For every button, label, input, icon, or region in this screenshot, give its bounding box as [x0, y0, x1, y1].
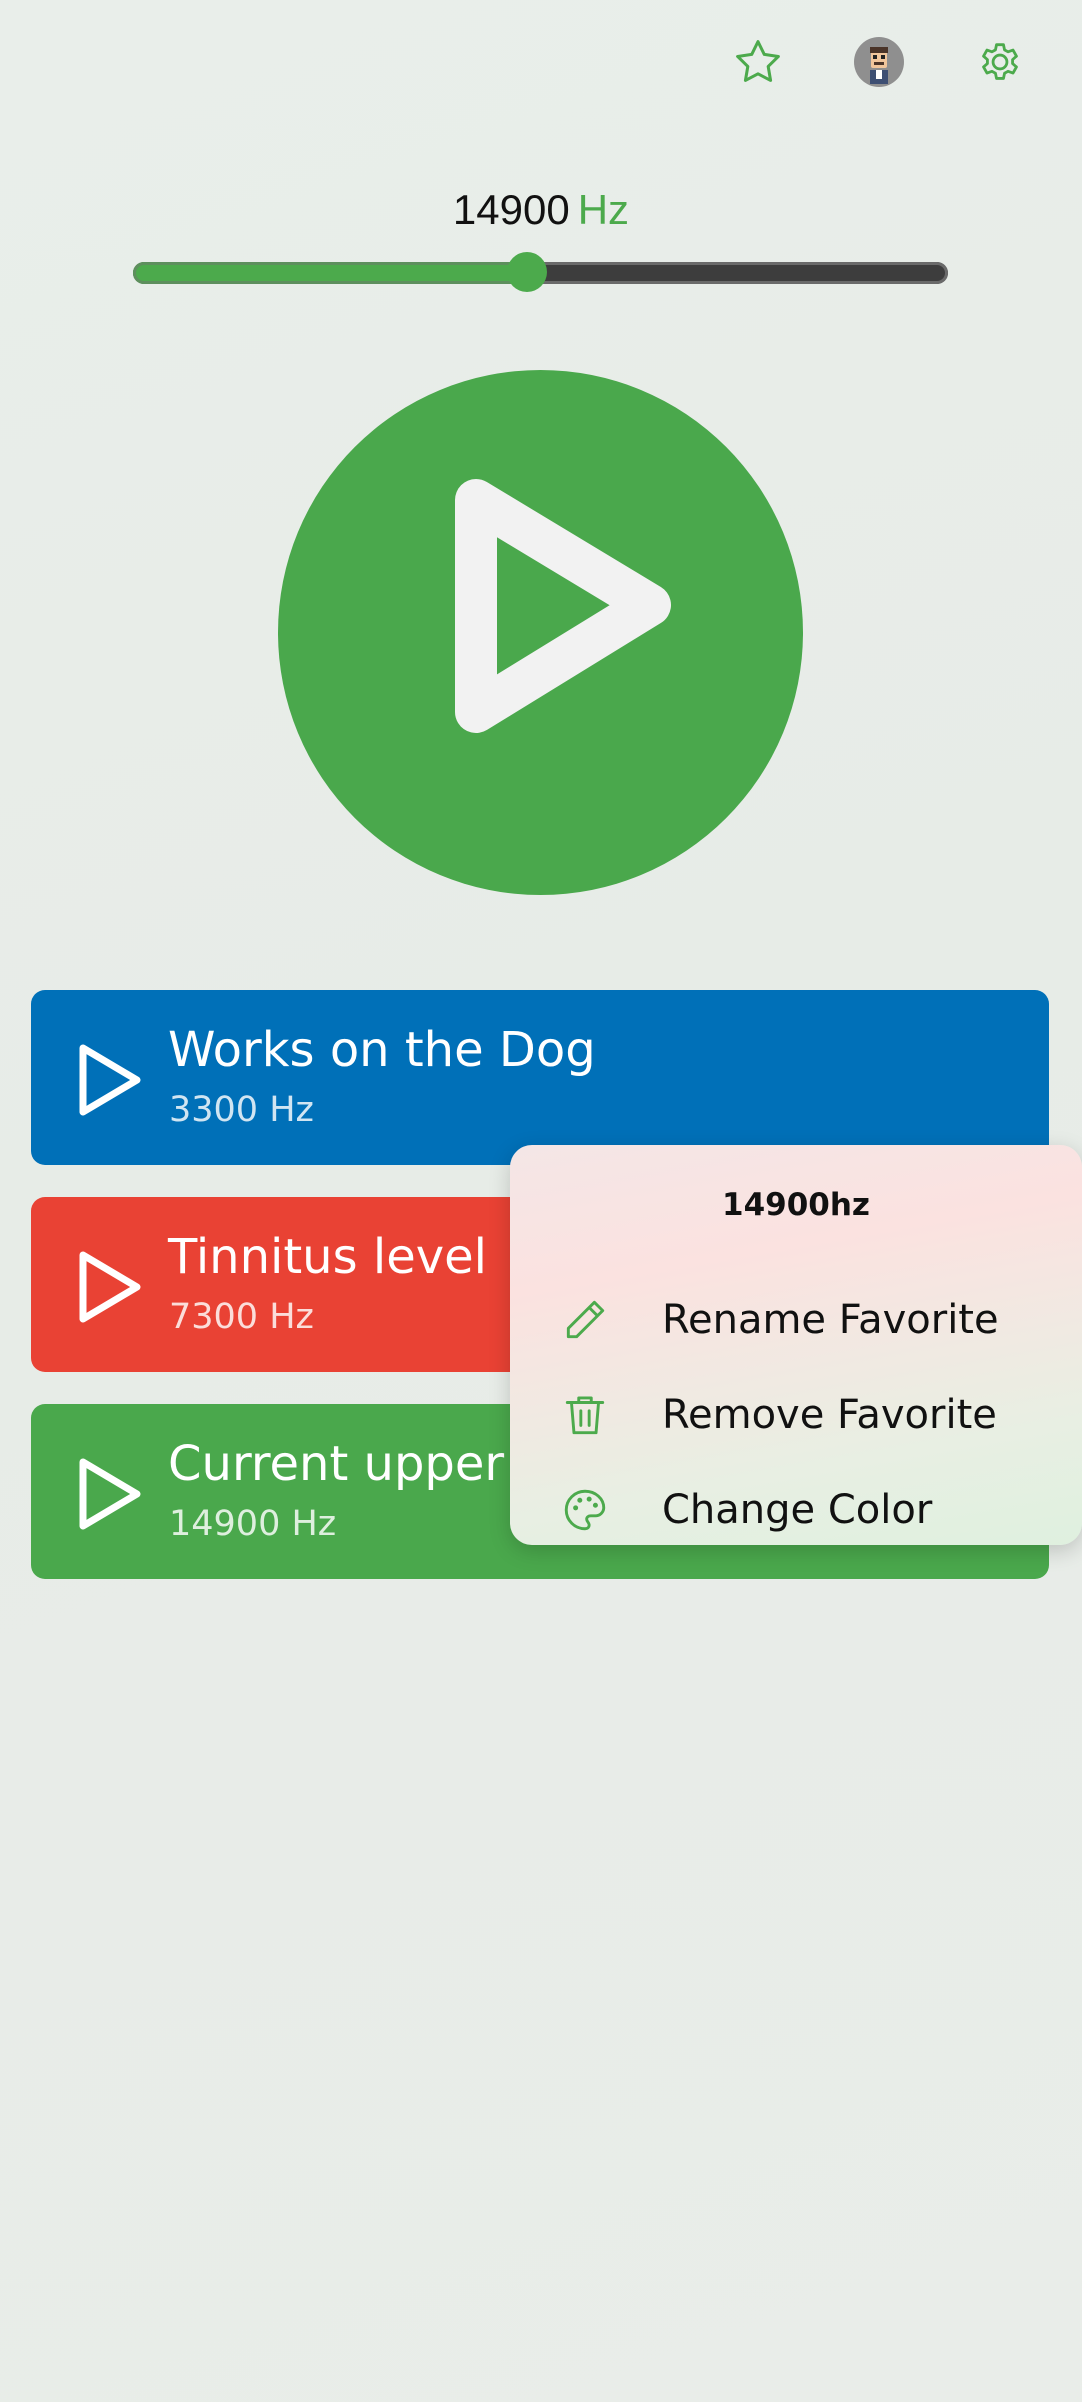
trash-icon	[560, 1390, 610, 1440]
frequency-unit: Hz	[577, 186, 630, 233]
avatar	[854, 37, 904, 87]
favorite-context-menu: 14900hz Rename Favorite Remove Favorite Ch…	[510, 1145, 1082, 1545]
slider-fill	[133, 262, 527, 284]
frequency-slider[interactable]	[133, 252, 948, 292]
gear-icon	[982, 43, 1018, 80]
favorites-star-button[interactable]	[730, 34, 786, 90]
play-icon[interactable]	[69, 1247, 149, 1327]
menu-title: 14900hz	[722, 1187, 870, 1223]
favorite-frequency: 7300 Hz	[169, 1297, 314, 1337]
remove-favorite-item[interactable]: Remove Favorite	[510, 1370, 1082, 1460]
favorite-frequency: 3300 Hz	[169, 1090, 314, 1130]
favorite-name: Current upper r	[168, 1436, 540, 1492]
palette-icon	[560, 1485, 610, 1535]
top-bar	[0, 0, 1082, 130]
menu-item-label: Rename Favorite	[662, 1297, 999, 1343]
favorite-name: Tinnitus level	[168, 1229, 488, 1285]
profile-button[interactable]	[851, 34, 907, 90]
play-icon	[455, 479, 671, 733]
star-icon	[736, 40, 780, 82]
menu-item-label: Remove Favorite	[662, 1392, 997, 1438]
play-icon[interactable]	[69, 1454, 149, 1534]
slider-thumb[interactable]	[507, 252, 547, 292]
main-play-button[interactable]	[278, 370, 803, 895]
frequency-readout: 14900 Hz	[0, 186, 1082, 234]
menu-item-label: Change Color	[662, 1487, 933, 1533]
frequency-value: 14900	[452, 186, 570, 233]
change-color-item[interactable]: Change Color	[510, 1465, 1082, 1555]
favorite-frequency: 14900 Hz	[169, 1504, 337, 1544]
rename-favorite-item[interactable]: Rename Favorite	[510, 1275, 1082, 1365]
pencil-icon	[560, 1295, 610, 1345]
favorite-card[interactable]: Works on the Dog 3300 Hz	[31, 990, 1049, 1165]
settings-button[interactable]	[972, 34, 1028, 90]
favorite-name: Works on the Dog	[168, 1022, 596, 1078]
play-icon[interactable]	[69, 1040, 149, 1120]
